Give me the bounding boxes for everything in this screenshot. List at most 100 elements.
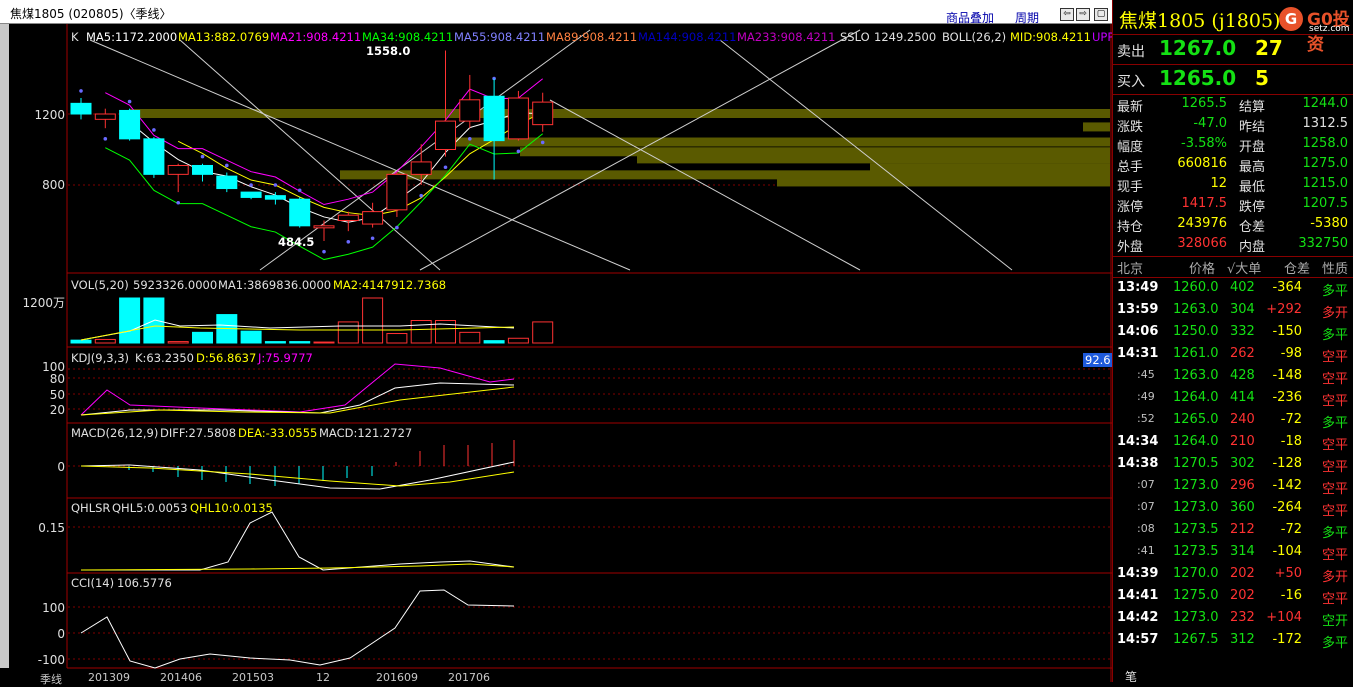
candle-body [240,191,262,198]
buy-label: 买入 [1117,74,1145,90]
tick-price: 1275.0 [1173,588,1219,603]
tick-oichange: -72 [1280,522,1302,537]
stat-value: 1244.0 [1302,96,1349,111]
tick-time: :08 [1137,522,1155,535]
upp-label: UPP [1092,30,1115,44]
candle-body [507,97,529,140]
layout-button[interactable]: ▢ [1094,8,1108,21]
tick-time: 14:31 [1117,346,1159,361]
tick-price: 1270.5 [1173,456,1219,471]
tick-row: :41 1273.5 314 -104 空平 [1113,544,1353,564]
cci-label: CCI(14) [71,576,115,590]
tick-oichange: -98 [1280,346,1302,361]
stat-row: 现手 12 最低 1215.0 [1113,176,1353,196]
candle-body [216,175,238,190]
stat-value: 328066 [1177,236,1227,251]
chart-titlebar: 焦煤1805 (020805)〈季线〉 商品叠加 周期 ⇦ ⇨ ▢ [0,0,1112,26]
tick-price: 1263.0 [1173,302,1219,317]
ma13-label: MA13:882.0769 [178,30,270,44]
tick-type: 多平 [1322,284,1349,299]
tick-row: 13:49 1260.0 402 -364 多平 [1113,280,1353,300]
volume-bar [313,341,335,344]
tick-volume: 414 [1230,390,1255,405]
stat-label: 幅度 [1117,140,1144,155]
tick-oichange: -148 [1272,368,1302,383]
bottom-tab[interactable]: 笔 [1125,668,1137,685]
stat-value: 1207.5 [1302,196,1349,211]
tick-oichange: -16 [1280,588,1302,603]
tick-oichange: -128 [1272,456,1302,471]
tick-volume: 302 [1230,456,1255,471]
tick-time: 14:34 [1117,434,1159,449]
stat-label: 开盘 [1239,140,1266,155]
tick-header: 北京 价格 √大单 仓差 性质 [1113,258,1353,278]
stat-label: 现手 [1117,180,1144,195]
qhl5-label: QHL5:0.0053 [112,501,188,515]
ma5-label: MA5:1172.2000 [86,30,178,44]
volume-bar [337,321,359,344]
period-button[interactable]: 周期 [1015,9,1039,26]
overlay-button[interactable]: 商品叠加 [946,9,994,26]
ma55-label: MA55:908.4211 [454,30,546,44]
ma5-line [129,112,543,223]
volume-profile-bar [637,154,1110,164]
divider [1113,256,1353,257]
tick-row: :49 1264.0 414 -236 空平 [1113,390,1353,410]
volume-bar [362,297,384,344]
candle-body [532,101,554,126]
vol-label: VOL(5,20) [71,278,129,292]
forward-button[interactable]: ⇨ [1076,8,1090,21]
stat-value: -47.0 [1193,116,1227,131]
macd-diff: DIFF:27.5808 [160,426,237,440]
sar-dot [516,149,521,154]
stat-row: 幅度 -3.58% 开盘 1258.0 [1113,136,1353,156]
stat-label: 结算 [1239,100,1266,115]
tick-type: 多平 [1322,416,1349,431]
tick-type: 空平 [1322,548,1349,563]
tick-volume: 314 [1230,544,1255,559]
tick-type: 多平 [1322,328,1349,343]
tick-type: 多平 [1322,526,1349,541]
tick-oichange: -72 [1280,412,1302,427]
stat-label: 外盘 [1117,240,1144,255]
tick-type: 空平 [1322,592,1349,607]
stat-row: 外盘 328066 内盘 332750 [1113,236,1353,256]
qhl5-line [81,511,515,571]
macd-value: MACD:121.2727 [319,426,413,440]
tick-volume: 212 [1230,522,1255,537]
tick-oichange: -104 [1272,544,1302,559]
candle-body [119,109,141,140]
tick-time: :45 [1137,368,1155,381]
tick-price: 1250.0 [1173,324,1219,339]
divider [1113,34,1353,35]
y-kdj-80: 80 [49,372,65,386]
tick-row: :07 1273.0 360 -264 空平 [1113,500,1353,520]
tick-volume: 332 [1230,324,1255,339]
tick-volume: 304 [1230,302,1255,317]
candle-body [459,99,481,122]
tick-price: 1270.0 [1173,566,1219,581]
tick-volume: 312 [1230,632,1255,647]
tick-oichange: +292 [1266,302,1302,317]
quote-panel: 焦煤1805 (j1805) G G0投资 setz.com 卖出 1267.0… [1112,0,1353,685]
vol-ma2: MA2:4147912.7368 [333,278,447,292]
tick-col-oichange: 仓差 [1284,262,1311,277]
tick-price: 1273.5 [1173,522,1219,537]
volume-bar [264,341,286,344]
stat-value: 660816 [1177,156,1227,171]
candle-body [192,164,213,175]
stat-label: 总手 [1117,160,1144,175]
candle-body [410,161,432,175]
tick-type: 多平 [1322,636,1349,651]
volume-bar [459,331,481,344]
back-button[interactable]: ⇦ [1060,8,1074,21]
stat-value: -5380 [1310,216,1348,231]
stat-row: 总手 660816 最高 1275.0 [1113,156,1353,176]
contract-name: 焦煤1805 (j1805) [1119,10,1281,32]
stat-label: 内盘 [1239,240,1266,255]
macd-dea: DEA:-33.0555 [238,426,318,440]
candle-body [483,95,505,142]
sslo-label: SSLO [840,30,870,44]
tick-time: :49 [1137,390,1155,403]
tick-row: 14:06 1250.0 332 -150 多平 [1113,324,1353,344]
